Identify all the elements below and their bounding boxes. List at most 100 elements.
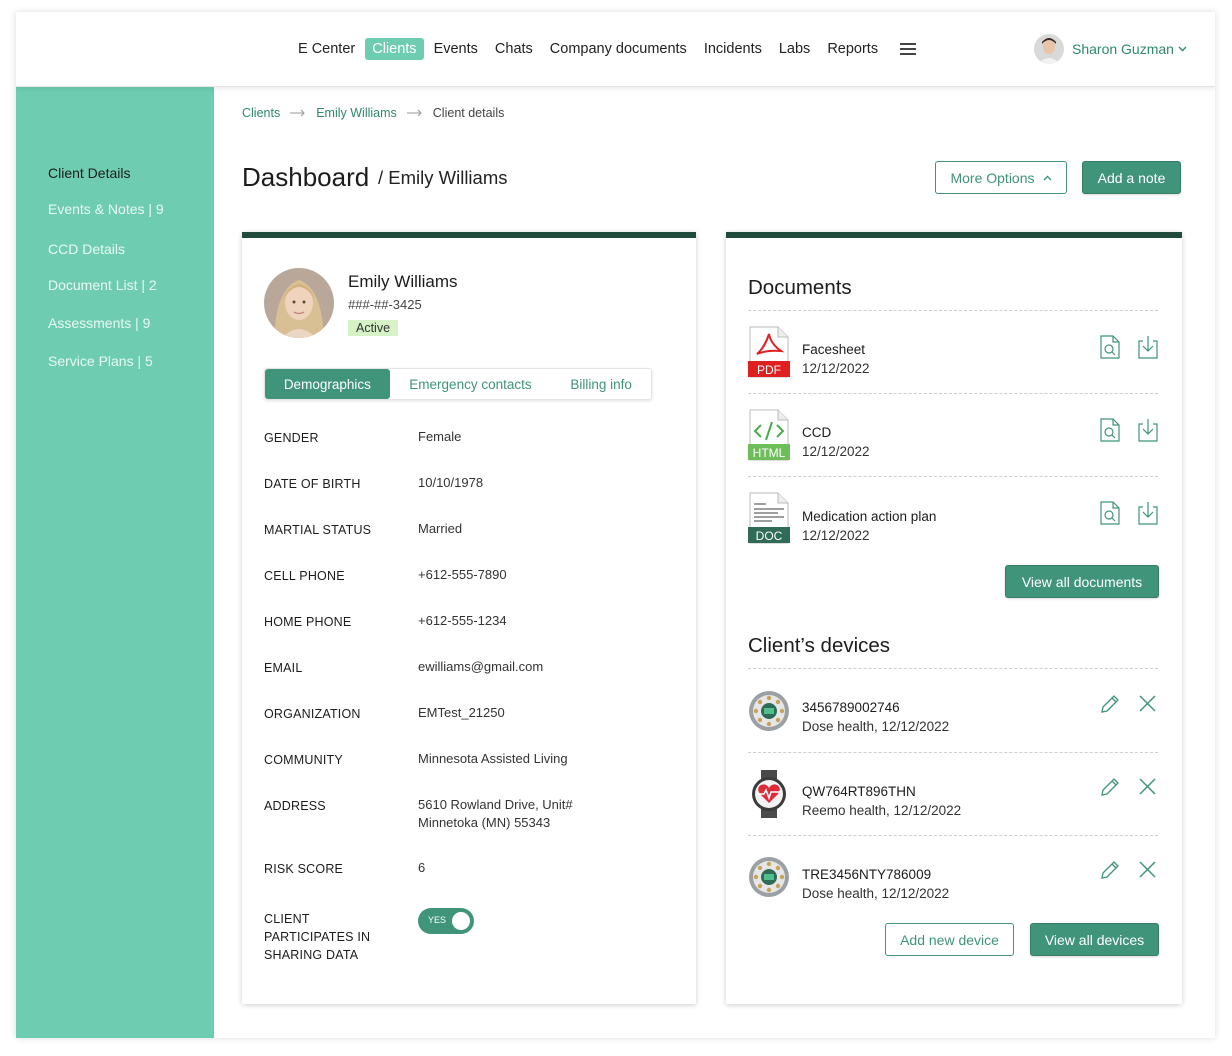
download-icon[interactable] <box>1137 335 1159 359</box>
status-badge: Active <box>348 320 399 336</box>
client-profile-card: Emily Williams ###-##-3425 Active Demogr… <box>242 232 696 1004</box>
cell-phone-label: CELL PHONE <box>264 569 345 583</box>
device-info: Reemo health, 12/12/2022 <box>802 803 962 818</box>
tab-emergency-contacts[interactable]: Emergency contacts <box>390 369 552 399</box>
email-value: ewilliams@gmail.com <box>418 659 544 674</box>
sidebar: Client Details Events & Notes | 9 CCD De… <box>16 87 214 1038</box>
gender-label: GENDER <box>264 431 319 445</box>
nav-incidents[interactable]: Incidents <box>697 38 769 60</box>
devices-title: Client’s devices <box>748 634 891 657</box>
doc-file-icon: DOC <box>748 492 790 549</box>
nav-e-center[interactable]: E Center <box>291 38 362 60</box>
home-phone-value: +612-555-1234 <box>418 613 507 628</box>
sharing-label-line-2: PARTICIPATES IN <box>264 930 371 944</box>
svg-text:DOC: DOC <box>756 529 783 543</box>
menu-icon[interactable] <box>900 43 917 55</box>
add-new-device-button[interactable]: Add new device <box>885 923 1014 956</box>
nav-company-documents[interactable]: Company documents <box>543 38 694 60</box>
sharing-label-line-3: SHARING DATA <box>264 948 359 962</box>
divider <box>748 393 1158 394</box>
chevron-up-icon <box>1043 175 1052 180</box>
document-name[interactable]: Facesheet <box>802 342 865 357</box>
html-file-icon: HTML <box>748 409 790 466</box>
sidebar-item-document-list[interactable]: Document List | 2 <box>48 277 157 293</box>
risk-score-label: RISK SCORE <box>264 862 344 876</box>
sidebar-item-assessments[interactable]: Assessments | 9 <box>48 315 150 331</box>
risk-score-value: 6 <box>418 860 426 875</box>
tab-billing-info[interactable]: Billing info <box>551 369 651 399</box>
dob-label: DATE OF BIRTH <box>264 477 361 491</box>
delete-icon[interactable] <box>1138 694 1157 713</box>
device-id[interactable]: TRE3456NTY786009 <box>802 867 931 882</box>
preview-document-icon[interactable] <box>1100 418 1120 442</box>
nav-chats[interactable]: Chats <box>488 38 540 60</box>
view-all-devices-button[interactable]: View all devices <box>1030 923 1159 956</box>
sidebar-item-ccd-details[interactable]: CCD Details <box>48 241 125 257</box>
document-name[interactable]: Medication action plan <box>802 509 936 524</box>
device-id[interactable]: 3456789002746 <box>802 700 900 715</box>
divider <box>748 310 1158 311</box>
svg-text:HTML: HTML <box>753 446 786 460</box>
top-navigation-bar: E Center Clients Events Chats Company do… <box>16 12 1215 87</box>
delete-icon[interactable] <box>1138 860 1157 879</box>
preview-document-icon[interactable] <box>1100 501 1120 525</box>
main-nav: E Center Clients Events Chats Company do… <box>291 38 917 60</box>
nav-labs[interactable]: Labs <box>772 38 817 60</box>
breadcrumb-clients[interactable]: Clients <box>242 106 280 120</box>
app-window: E Center Clients Events Chats Company do… <box>16 12 1215 1038</box>
add-note-button[interactable]: Add a note <box>1082 161 1181 194</box>
address-line-2: Minnetoka (MN) 55343 <box>418 815 551 830</box>
breadcrumb: Clients Emily Williams Client details <box>242 106 504 120</box>
user-avatar <box>1034 34 1064 64</box>
nav-clients[interactable]: Clients <box>365 38 424 60</box>
user-name: Sharon Guzman <box>1072 41 1174 57</box>
nav-events[interactable]: Events <box>427 38 485 60</box>
edit-icon[interactable] <box>1099 776 1121 798</box>
tab-demographics[interactable]: Demographics <box>265 369 390 399</box>
cell-phone-value: +612-555-7890 <box>418 567 507 582</box>
document-date: 12/12/2022 <box>802 444 870 459</box>
profile-tabs: Demographics Emergency contacts Billing … <box>264 368 652 400</box>
sharing-toggle[interactable]: YES <box>418 908 474 934</box>
address-label: ADDRESS <box>264 799 326 813</box>
more-options-label: More Options <box>950 169 1035 186</box>
page-subtitle: / Emily Williams <box>378 167 508 188</box>
home-phone-label: HOME PHONE <box>264 615 352 629</box>
toggle-knob <box>452 912 470 930</box>
sidebar-item-events-notes[interactable]: Events & Notes | 9 <box>48 201 164 217</box>
toggle-label: YES <box>428 915 447 925</box>
view-all-documents-button[interactable]: View all documents <box>1005 565 1159 598</box>
device-id[interactable]: QW764RT896THN <box>802 784 916 799</box>
gender-value: Female <box>418 429 462 444</box>
more-options-button[interactable]: More Options <box>935 161 1067 194</box>
download-icon[interactable] <box>1137 501 1159 525</box>
pdf-file-icon: PDF <box>748 326 790 383</box>
arrow-right-icon <box>406 109 422 117</box>
user-menu[interactable]: Sharon Guzman <box>1034 34 1187 64</box>
smartwatch-icon <box>748 770 790 823</box>
document-date: 12/12/2022 <box>802 528 870 543</box>
email-label: EMAIL <box>264 661 303 675</box>
divider <box>748 668 1158 669</box>
divider <box>748 476 1158 477</box>
arrow-right-icon <box>290 109 305 117</box>
marital-status-label: MARTIAL STATUS <box>264 523 372 537</box>
sidebar-item-service-plans[interactable]: Service Plans | 5 <box>48 353 153 369</box>
organization-value: EMTest_21250 <box>418 705 505 720</box>
client-name: Emily Williams <box>348 272 458 291</box>
sharing-label-line-1: CLIENT <box>264 912 310 926</box>
documents-title: Documents <box>748 276 852 299</box>
client-ssn: ###-##-3425 <box>348 297 422 312</box>
svg-text:PDF: PDF <box>757 363 781 377</box>
edit-icon[interactable] <box>1099 693 1121 715</box>
breadcrumb-client-name[interactable]: Emily Williams <box>316 106 397 120</box>
delete-icon[interactable] <box>1138 777 1157 796</box>
preview-document-icon[interactable] <box>1100 335 1120 359</box>
sidebar-item-client-details[interactable]: Client Details <box>48 165 130 181</box>
device-info: Dose health, 12/12/2022 <box>802 886 950 901</box>
download-icon[interactable] <box>1137 418 1159 442</box>
edit-icon[interactable] <box>1099 859 1121 881</box>
nav-reports[interactable]: Reports <box>820 38 885 60</box>
device-info: Dose health, 12/12/2022 <box>802 719 950 734</box>
document-name[interactable]: CCD <box>802 425 831 440</box>
